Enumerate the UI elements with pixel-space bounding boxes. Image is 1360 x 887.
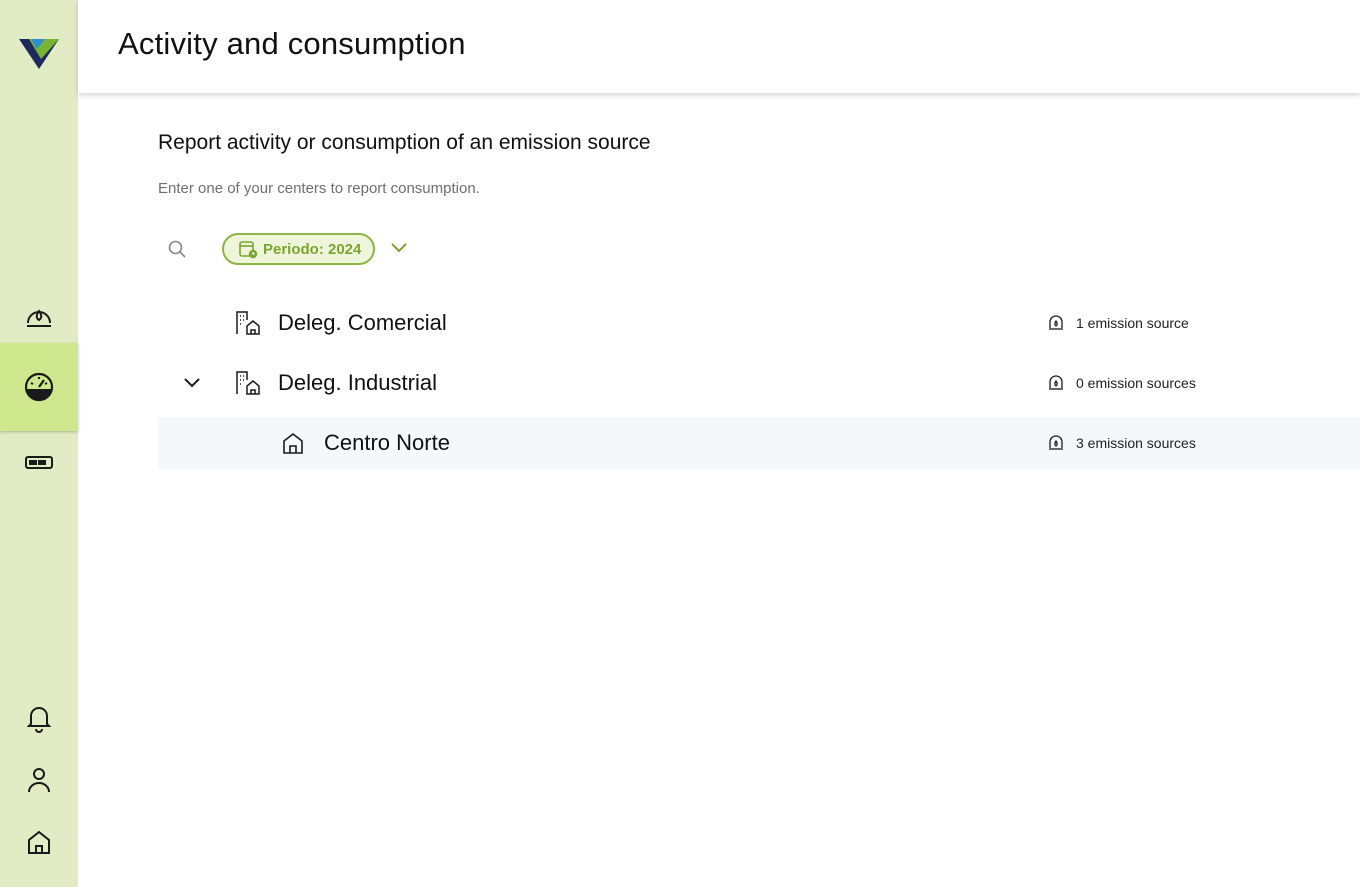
- center-row[interactable]: Centro Norte 3 emission sources: [158, 417, 1360, 469]
- section-subtitle: Enter one of your centers to report cons…: [158, 180, 480, 197]
- bell-icon: [26, 707, 52, 733]
- search-icon[interactable]: [167, 239, 187, 259]
- chevron-down-icon[interactable]: [182, 376, 202, 390]
- building-home-icon: [236, 371, 260, 395]
- sidebar-item-battery[interactable]: [0, 434, 78, 490]
- user-icon: [28, 768, 50, 793]
- app-logo-icon[interactable]: [19, 33, 59, 73]
- emission-source-icon: [1049, 435, 1063, 450]
- dashboard-gauge-icon: [24, 372, 54, 402]
- sidebar-item-notifications[interactable]: [0, 690, 78, 746]
- sidebar: [0, 0, 78, 887]
- section-title: Report activity or consumption of an emi…: [158, 131, 651, 154]
- sidebar-item-home[interactable]: [0, 814, 78, 870]
- battery-icon: [25, 456, 53, 469]
- page-title: Activity and consumption: [118, 26, 466, 61]
- emission-source-icon: [1049, 315, 1063, 330]
- center-name: Centro Norte: [324, 430, 450, 455]
- center-row[interactable]: Deleg. Industrial 0 emission sources: [158, 357, 1360, 409]
- period-filter-label: Periodo: 2024: [263, 240, 362, 258]
- sidebar-item-activity[interactable]: [0, 343, 78, 431]
- emission-source-count: 0 emission sources: [1076, 375, 1196, 391]
- center-row[interactable]: Deleg. Comercial 1 emission source: [158, 297, 1360, 349]
- center-name: Deleg. Industrial: [278, 370, 437, 395]
- calendar-clock-icon: [239, 241, 258, 259]
- home-icon: [283, 432, 303, 454]
- building-home-icon: [236, 311, 260, 335]
- center-name: Deleg. Comercial: [278, 310, 447, 335]
- period-filter-chip[interactable]: Periodo: 2024: [222, 233, 376, 265]
- emission-source-icon: [27, 309, 51, 327]
- page-header: Activity and consumption: [78, 0, 1360, 93]
- emission-source-icon: [1049, 375, 1063, 390]
- emission-source-count: 3 emission sources: [1076, 435, 1196, 451]
- home-icon: [28, 830, 50, 854]
- sidebar-item-emission-sources[interactable]: [0, 286, 78, 342]
- chevron-down-icon[interactable]: [390, 241, 408, 255]
- emission-source-count: 1 emission source: [1076, 315, 1189, 331]
- sidebar-item-profile[interactable]: [0, 752, 78, 808]
